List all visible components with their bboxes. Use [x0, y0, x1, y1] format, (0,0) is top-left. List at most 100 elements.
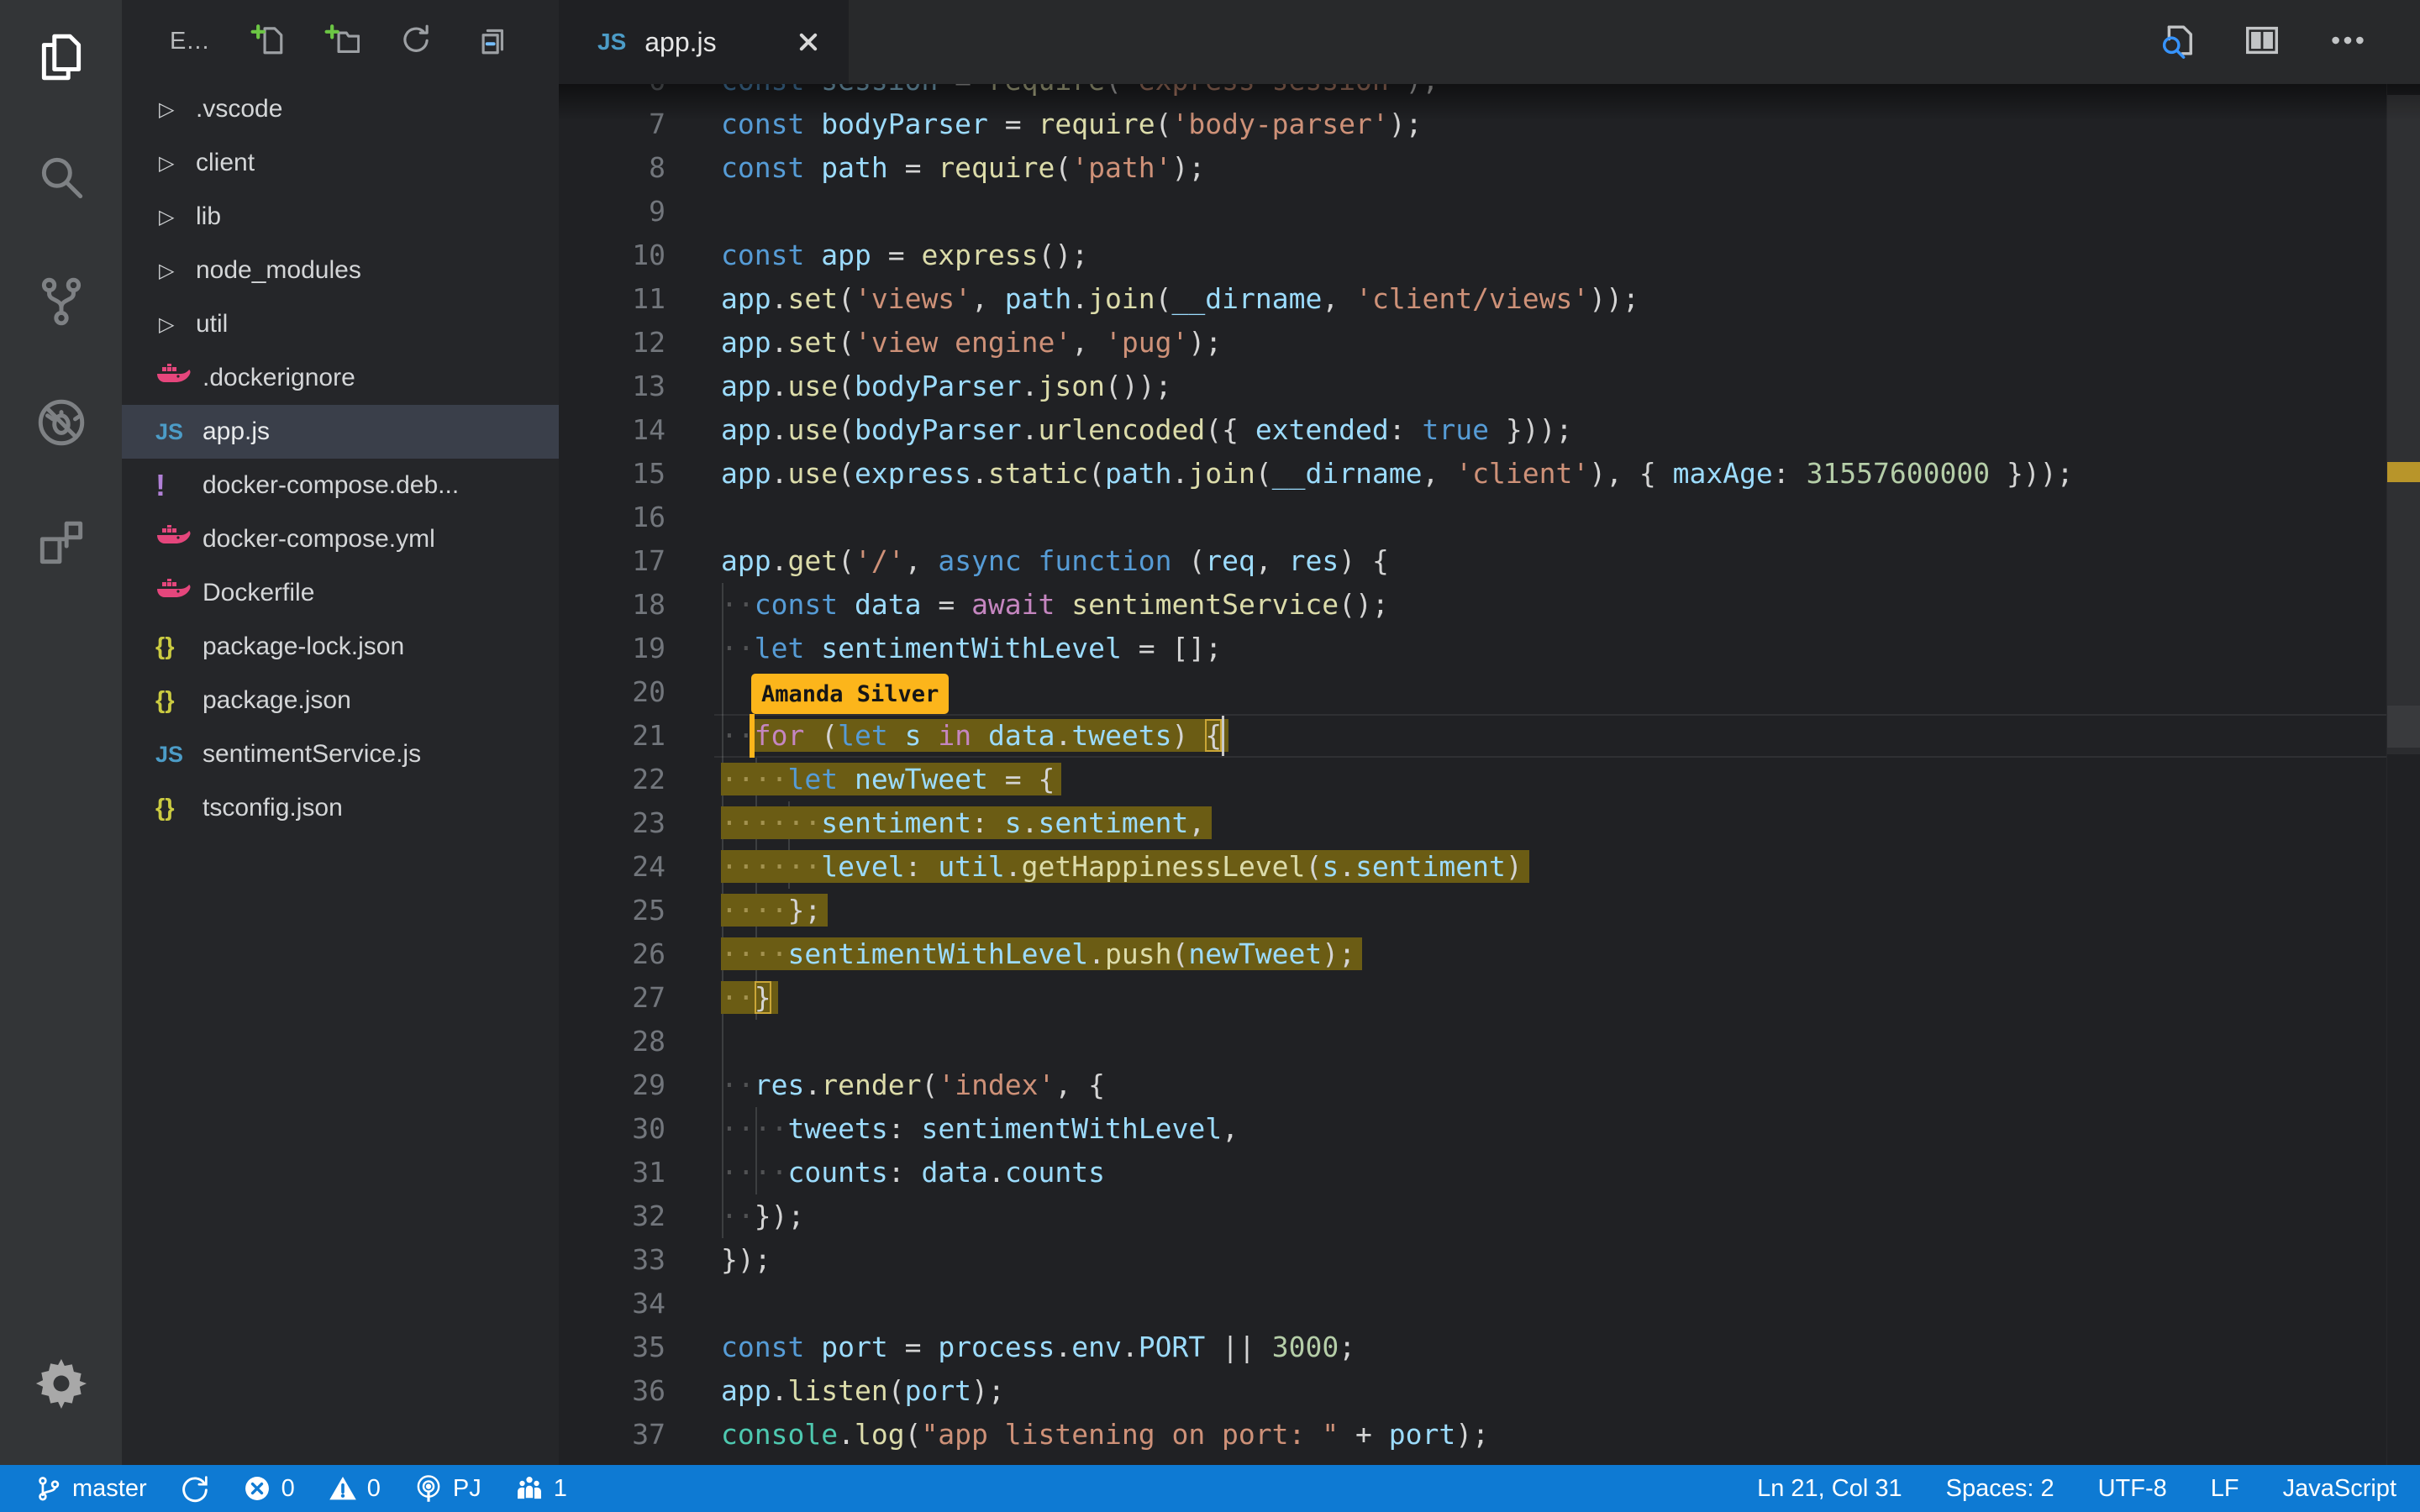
code-line-18[interactable]: 18··const data = await sentimentService(… — [559, 583, 2386, 627]
tab-appjs[interactable]: JS app.js — [559, 0, 849, 84]
code-line-22[interactable]: 22····let newTweet = { — [559, 758, 2386, 801]
code-line-37[interactable]: 37console.log("app listening on port: " … — [559, 1413, 2386, 1457]
code-line-36[interactable]: 36app.listen(port); — [559, 1369, 2386, 1413]
file-package-json[interactable]: {}package.json — [122, 674, 559, 727]
code-line-11[interactable]: 11app.set('views', path.join(__dirname, … — [559, 277, 2386, 321]
code-line-26[interactable]: 26····sentimentWithLevel.push(newTweet); — [559, 932, 2386, 976]
new-folder-button[interactable] — [318, 17, 366, 66]
status-git-branch[interactable]: master — [34, 1474, 147, 1503]
code-line-15[interactable]: 15app.use(express.static(path.join(__dir… — [559, 452, 2386, 496]
code-text: ······sentiment: s.sentiment, — [721, 801, 1205, 845]
line-number: 34 — [559, 1282, 666, 1326]
line-number: 24 — [559, 845, 666, 889]
status-label: 0 — [367, 1475, 381, 1503]
file-tsconfig-json[interactable]: {}tsconfig.json — [122, 781, 559, 835]
code-text: app.listen(port); — [721, 1369, 1005, 1413]
line-number: 9 — [559, 190, 666, 234]
activity-item-source-control[interactable] — [0, 252, 122, 353]
settings-gear-button[interactable] — [0, 1339, 122, 1431]
line-number: 13 — [559, 365, 666, 408]
code-line-34[interactable]: 34 — [559, 1282, 2386, 1326]
scrollbar-thumb[interactable] — [2387, 95, 2420, 748]
folder-lib[interactable]: ▷lib — [122, 190, 559, 244]
code-line-30[interactable]: 30····tweets: sentimentWithLevel, — [559, 1107, 2386, 1151]
folder--vscode[interactable]: ▷.vscode — [122, 82, 559, 136]
code-line-7[interactable]: 7const bodyParser = require('body-parser… — [559, 102, 2386, 146]
code-line-17[interactable]: 17app.get('/', async function (req, res)… — [559, 539, 2386, 583]
editor[interactable]: 6const session = require('express-sessio… — [559, 0, 2420, 1465]
folder-client[interactable]: ▷client — [122, 136, 559, 190]
file-label: docker-compose.deb... — [203, 471, 459, 500]
code-line-8[interactable]: 8const path = require('path'); — [559, 146, 2386, 190]
status-indentation[interactable]: Spaces: 2 — [1946, 1475, 2054, 1503]
status-warnings[interactable]: 0 — [329, 1474, 381, 1503]
folder-node-modules[interactable]: ▷node_modules — [122, 244, 559, 297]
code-line-29[interactable]: 29··res.render('index', { — [559, 1063, 2386, 1107]
open-search-button[interactable] — [2154, 20, 2198, 64]
chevron-right-icon: ▷ — [159, 205, 196, 229]
activity-item-explorer[interactable] — [0, 8, 122, 109]
line-number: 10 — [559, 234, 666, 277]
file-dockerfile[interactable]: Dockerfile — [122, 566, 559, 620]
code-text: app.use(bodyParser.urlencoded({ extended… — [721, 408, 1572, 452]
json-file-icon: {} — [155, 633, 203, 661]
code-line-13[interactable]: 13 app.use(bodyParser.json()); — [559, 365, 2386, 408]
code-text: ··res.render('index', { — [721, 1063, 1105, 1107]
close-icon[interactable] — [792, 25, 825, 59]
scrollbar[interactable] — [2386, 84, 2420, 1465]
refresh-button[interactable] — [392, 17, 440, 66]
status-cursor-position[interactable]: Ln 21, Col 31 — [1757, 1475, 1902, 1503]
file-package-lock-json[interactable]: {}package-lock.json — [122, 620, 559, 674]
folder-util[interactable]: ▷util — [122, 297, 559, 351]
code-line-27[interactable]: 27··} — [559, 976, 2386, 1020]
status-live-share[interactable]: PJ — [414, 1474, 481, 1503]
code-line-33[interactable]: 33}); — [559, 1238, 2386, 1282]
file-label: sentimentService.js — [203, 740, 421, 769]
activity-item-search[interactable] — [0, 130, 122, 231]
file--dockerignore[interactable]: .dockerignore — [122, 351, 559, 405]
code-text: app.use(bodyParser.json()); — [721, 365, 1172, 408]
code-line-9[interactable]: 9 — [559, 190, 2386, 234]
more-actions-button[interactable] — [2326, 20, 2370, 64]
code-line-25[interactable]: 25····}; — [559, 889, 2386, 932]
code-line-23[interactable]: 23······sentiment: s.sentiment, — [559, 801, 2386, 845]
status-eol[interactable]: LF — [2211, 1475, 2239, 1503]
status-errors[interactable]: 0 — [243, 1474, 295, 1503]
gear-icon — [34, 1356, 89, 1415]
code-line-14[interactable]: 14app.use(bodyParser.urlencoded({ extend… — [559, 408, 2386, 452]
code-line-16[interactable]: 16 — [559, 496, 2386, 539]
broadcast-icon — [414, 1474, 443, 1503]
code-line-21[interactable]: 21··for (let s in data.tweets) { — [559, 714, 2386, 758]
liveshare-participant-flag[interactable]: Amanda Silver — [751, 674, 949, 714]
activity-item-extensions[interactable] — [0, 496, 122, 596]
line-number: 27 — [559, 976, 666, 1020]
code-line-28[interactable]: 28 — [559, 1020, 2386, 1063]
search-icon — [34, 151, 89, 211]
code-line-31[interactable]: 31····counts: data.counts — [559, 1151, 2386, 1194]
code-line-32[interactable]: 32··}); — [559, 1194, 2386, 1238]
new-file-button[interactable] — [244, 17, 292, 66]
line-number: 22 — [559, 758, 666, 801]
tab-bar: JS app.js — [559, 0, 2420, 84]
code-line-35[interactable]: 35const port = process.env.PORT || 3000; — [559, 1326, 2386, 1369]
collapse-all-button[interactable] — [466, 17, 514, 66]
activity-item-debug[interactable] — [0, 374, 122, 475]
code-text: }); — [721, 1238, 771, 1282]
status-language-mode[interactable]: JavaScript — [2283, 1475, 2396, 1503]
status-participants[interactable]: 1 — [515, 1474, 567, 1503]
split-editor-button[interactable] — [2240, 20, 2284, 64]
file-docker-compose-deb-[interactable]: !docker-compose.deb... — [122, 459, 559, 512]
file-label: package-lock.json — [203, 633, 404, 661]
extensions-icon — [34, 517, 89, 576]
line-number: 19 — [559, 627, 666, 670]
status-sync[interactable] — [181, 1474, 209, 1503]
liveshare-selection: for (let s in data.tweets) { — [755, 719, 1222, 752]
code-line-12[interactable]: 12app.set('view engine', 'pug'); — [559, 321, 2386, 365]
file-docker-compose-yml[interactable]: docker-compose.yml — [122, 512, 559, 566]
status-encoding[interactable]: UTF-8 — [2098, 1475, 2167, 1503]
code-line-24[interactable]: 24······level: util.getHappinessLevel(s.… — [559, 845, 2386, 889]
code-line-10[interactable]: 10const app = express(); — [559, 234, 2386, 277]
code-line-19[interactable]: 19··let sentimentWithLevel = []; — [559, 627, 2386, 670]
file-app-js[interactable]: JSapp.js — [122, 405, 559, 459]
file-sentimentservice-js[interactable]: JSsentimentService.js — [122, 727, 559, 781]
